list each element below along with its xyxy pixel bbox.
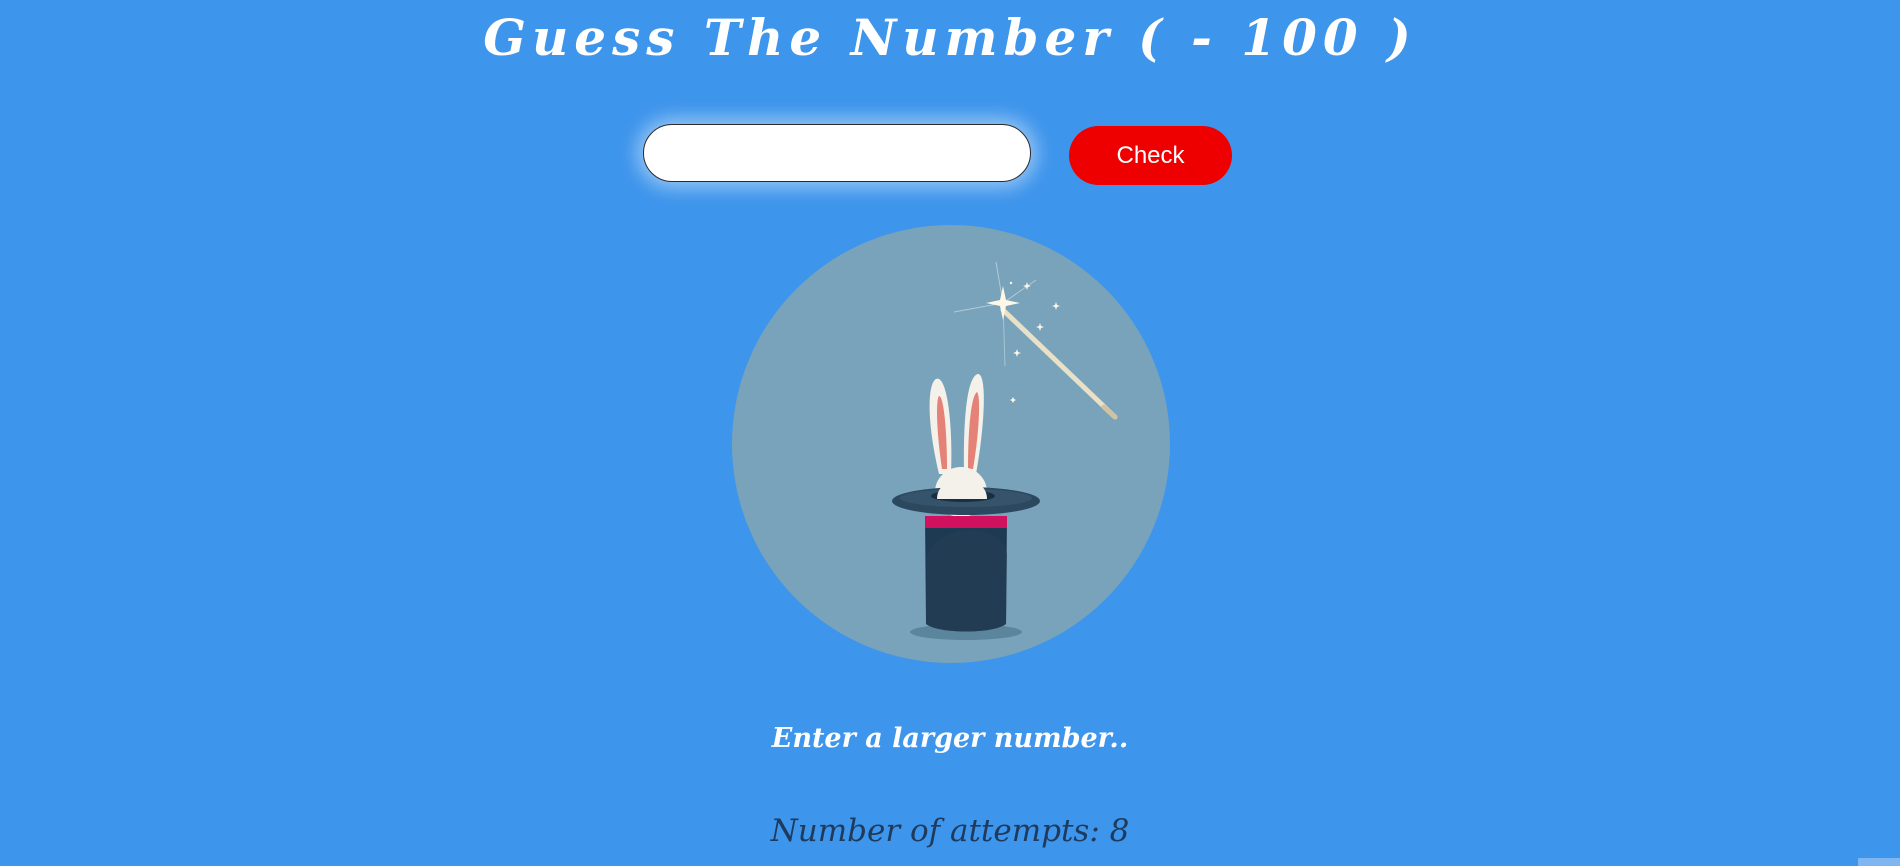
magic-hat-rabbit-wand-icon [732, 225, 1170, 663]
guess-input[interactable] [643, 124, 1031, 182]
check-button[interactable]: Check [1069, 126, 1232, 185]
attempts-counter: Number of attempts: 8 [770, 813, 1130, 849]
page-title: Guess The Number ( - 100 ) [483, 8, 1417, 67]
feedback-message: Enter a larger number.. [771, 723, 1129, 754]
corner-block [1858, 858, 1900, 866]
